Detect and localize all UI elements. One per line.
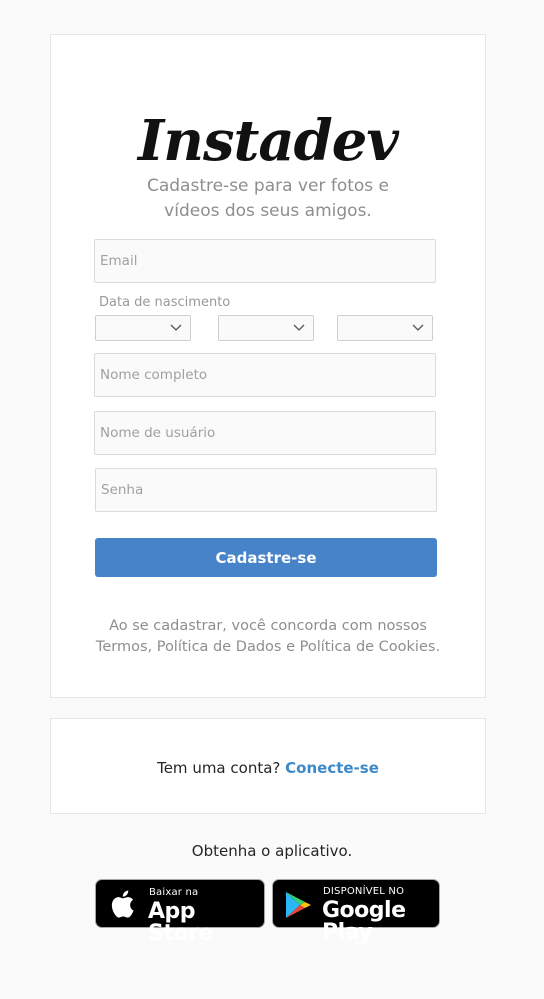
get-app-label: Obtenha o aplicativo. — [191, 842, 353, 860]
terms-text: Ao se cadastrar, você concorda com nosso… — [95, 618, 441, 655]
chevron-down-icon — [170, 324, 182, 331]
app-logo: Instadev — [138, 108, 399, 174]
app-store-small-text: Baixar na — [149, 887, 199, 898]
dob-month-select[interactable] — [218, 315, 314, 341]
username-field[interactable] — [94, 411, 436, 455]
dob-day-select[interactable] — [95, 315, 191, 341]
chevron-down-icon — [293, 324, 305, 331]
google-play-big-text: Google Play — [322, 898, 406, 945]
signup-button[interactable]: Cadastre-se — [95, 538, 437, 577]
login-prompt-row: Tem uma conta? Conecte-se — [51, 759, 485, 777]
signup-subtitle: Cadastre-se para ver fotos e vídeos dos … — [146, 176, 390, 221]
password-field[interactable] — [95, 468, 437, 512]
login-link[interactable]: Conecte-se — [285, 759, 379, 777]
email-field[interactable] — [94, 239, 436, 283]
apple-icon — [111, 890, 134, 918]
fullname-field[interactable] — [94, 353, 436, 397]
app-store-big-text: App Store — [148, 899, 213, 946]
signup-card: Instadev Cadastre-se para ver fotos e ví… — [50, 34, 486, 698]
app-store-button[interactable]: Baixar na App Store — [95, 879, 265, 945]
google-play-button[interactable]: DISPONÍVEL NO Google Play — [272, 879, 440, 944]
dob-year-select[interactable] — [337, 315, 433, 341]
login-prompt: Tem uma conta? — [157, 759, 281, 777]
chevron-down-icon — [412, 324, 424, 331]
login-card: Tem uma conta? Conecte-se — [50, 718, 486, 814]
dob-label: Data de nascimento — [99, 295, 231, 310]
google-play-small-text: DISPONÍVEL NO — [323, 886, 405, 897]
google-play-icon — [286, 892, 311, 918]
